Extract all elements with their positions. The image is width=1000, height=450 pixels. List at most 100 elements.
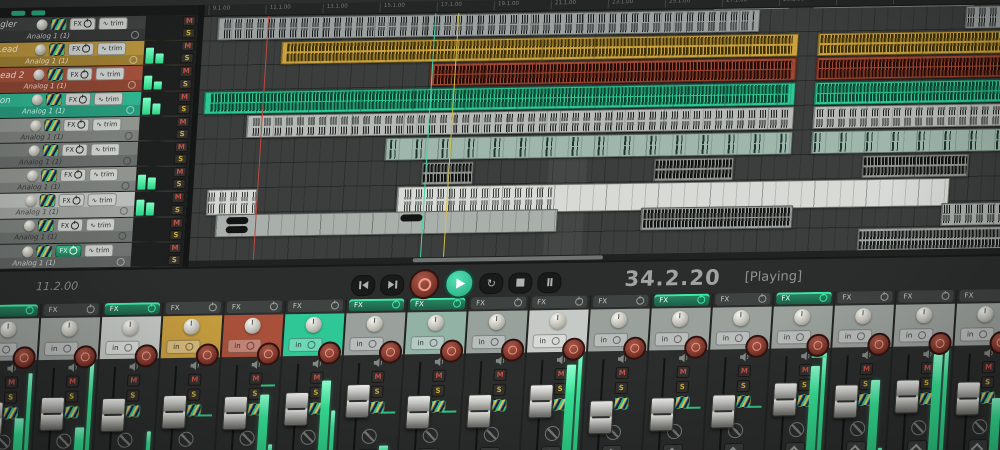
phase-button[interactable]: [56, 434, 72, 449]
routing-stripes-button[interactable]: [44, 119, 61, 132]
mute-button[interactable]: M: [168, 243, 182, 253]
mute-button[interactable]: M: [188, 374, 202, 386]
mute-button[interactable]: M: [181, 41, 195, 51]
phase-button[interactable]: [789, 422, 805, 437]
routing-stripes-button[interactable]: [36, 245, 53, 258]
mute-button[interactable]: M: [170, 218, 184, 228]
fader-handle[interactable]: [283, 391, 309, 425]
solo-button[interactable]: S: [431, 385, 445, 397]
repeat-button[interactable]: ↻: [479, 272, 504, 293]
fader-handle[interactable]: [772, 382, 798, 416]
mixer-strip[interactable]: FX in M S: [152, 299, 223, 450]
fx-button[interactable]: FX: [57, 219, 84, 232]
solo-button[interactable]: S: [175, 129, 189, 139]
volume-knob[interactable]: [30, 120, 42, 131]
audio-clip[interactable]: [815, 54, 1000, 80]
strip-fx-button[interactable]: FX: [837, 291, 893, 304]
fader-handle[interactable]: [955, 381, 981, 415]
trim-button[interactable]: ∿trim: [94, 92, 124, 105]
go-to-end-button[interactable]: [380, 274, 405, 295]
pause-button[interactable]: [537, 271, 562, 292]
audio-clip[interactable]: [964, 5, 1000, 29]
audio-clip[interactable]: [429, 58, 798, 87]
strip-fx-button[interactable]: FX: [226, 300, 282, 313]
arrange-view[interactable]: [183, 2, 1000, 261]
fader-handle[interactable]: [405, 395, 431, 429]
solo-button[interactable]: S: [177, 104, 191, 114]
trim-button[interactable]: ∿trim: [95, 67, 125, 80]
phase-button[interactable]: [911, 420, 927, 435]
mixer-strip[interactable]: FX in M S: [30, 301, 101, 450]
fx-button[interactable]: FX: [64, 93, 91, 106]
strip-fx-button[interactable]: FX: [471, 297, 527, 310]
pan-knob[interactable]: [855, 308, 872, 324]
trim-button[interactable]: ∿trim: [97, 42, 127, 55]
phase-button[interactable]: [972, 419, 988, 434]
solo-button[interactable]: S: [174, 154, 188, 164]
audio-clip[interactable]: [812, 103, 1000, 129]
phase-button[interactable]: [178, 432, 194, 447]
mixer-strip[interactable]: FX in M S: [458, 294, 529, 450]
strip-fx-button[interactable]: FX: [165, 301, 221, 314]
toolbar-icon[interactable]: [11, 10, 25, 15]
mute-button[interactable]: M: [615, 367, 629, 379]
phase-button[interactable]: [361, 429, 377, 444]
record-button[interactable]: [408, 269, 440, 299]
pan-knob[interactable]: [244, 318, 261, 334]
strip-fx-button[interactable]: FX: [776, 292, 832, 305]
audio-clip[interactable]: [814, 79, 1000, 105]
pan-knob[interactable]: [549, 313, 566, 329]
mixer-strip[interactable]: FX in M S: [335, 296, 406, 450]
phase-button[interactable]: [544, 426, 560, 441]
fx-button[interactable]: FX: [68, 42, 95, 55]
pan-knob[interactable]: [0, 321, 17, 337]
strip-fx-button[interactable]: FX: [532, 296, 588, 309]
trim-button[interactable]: ∿trim: [84, 244, 114, 257]
route-button[interactable]: [968, 439, 989, 450]
solo-button[interactable]: S: [370, 386, 384, 398]
phase-button[interactable]: [850, 421, 866, 436]
strip-fx-button[interactable]: FX: [593, 295, 649, 308]
pan-knob[interactable]: [977, 306, 994, 322]
solo-button[interactable]: S: [167, 255, 181, 265]
mute-button[interactable]: M: [179, 66, 193, 76]
strip-fx-button[interactable]: FX: [104, 302, 160, 315]
mute-button[interactable]: M: [676, 366, 690, 378]
volume-knob[interactable]: [28, 145, 40, 156]
mixer-strip[interactable]: FX in M S: [274, 297, 345, 450]
fader-handle[interactable]: [833, 384, 859, 418]
pan-knob[interactable]: [611, 312, 628, 328]
mute-button[interactable]: M: [127, 374, 141, 386]
trim-button[interactable]: ∿trim: [92, 118, 122, 131]
routing-stripes-button[interactable]: [39, 194, 56, 207]
strip-fx-button[interactable]: FX: [654, 294, 710, 307]
audio-clip[interactable]: [940, 202, 1000, 226]
fader-handle[interactable]: [345, 384, 371, 418]
audio-clip[interactable]: [214, 209, 558, 237]
fader-handle[interactable]: [161, 395, 187, 429]
strip-fx-button[interactable]: FX: [715, 293, 771, 306]
routing-stripes-button[interactable]: [613, 397, 629, 410]
mixer-strip[interactable]: FX in M S: [396, 295, 467, 450]
pan-knob[interactable]: [122, 320, 139, 336]
strip-fx-button[interactable]: FX: [959, 289, 1000, 302]
trim-button[interactable]: ∿trim: [87, 193, 117, 206]
play-button[interactable]: [443, 268, 475, 298]
pan-knob[interactable]: [488, 314, 505, 330]
fader-handle[interactable]: [649, 397, 675, 431]
solo-button[interactable]: S: [180, 53, 194, 63]
fader-handle[interactable]: [100, 397, 126, 431]
routing-stripes-button[interactable]: [49, 43, 66, 56]
pan-knob[interactable]: [916, 307, 933, 323]
mute-button[interactable]: M: [371, 371, 385, 383]
trim-button[interactable]: ∿trim: [98, 17, 128, 30]
routing-stripes-button[interactable]: [41, 169, 58, 182]
pan-knob[interactable]: [794, 309, 811, 325]
fx-button[interactable]: FX: [58, 194, 85, 207]
mixer-strip[interactable]: FX in M S: [641, 292, 712, 450]
solo-button[interactable]: S: [182, 28, 196, 38]
solo-button[interactable]: S: [981, 376, 995, 388]
strip-fx-button[interactable]: FX: [898, 290, 954, 303]
mute-button[interactable]: M: [175, 142, 189, 152]
strip-fx-button[interactable]: FX: [288, 299, 344, 312]
